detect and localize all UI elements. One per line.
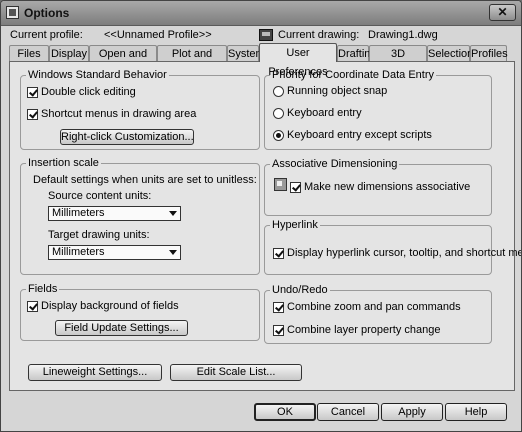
right-click-customization-button[interactable]: Right-click Customization... (60, 129, 194, 145)
running-object-snap-label: Running object snap (287, 85, 388, 97)
tab-drafting[interactable]: Drafting (337, 45, 377, 61)
edit-scale-list-button[interactable]: Edit Scale List... (170, 364, 302, 381)
ok-button[interactable]: OK (254, 403, 316, 421)
display-background-label: Display background of fields (41, 300, 179, 312)
keyboard-entry-radio[interactable] (273, 108, 284, 119)
close-button[interactable]: ✕ (489, 4, 516, 21)
shortcut-menus-checkbox[interactable] (27, 109, 38, 120)
combine-zoom-label: Combine zoom and pan commands (287, 301, 461, 313)
combine-zoom-checkbox[interactable] (273, 302, 284, 313)
associative-dimensioning-title: Associative Dimensioning (270, 158, 400, 170)
chevron-down-icon (169, 250, 177, 255)
source-units-value: Millimeters (52, 207, 105, 219)
tab-system[interactable]: System (227, 45, 265, 61)
fields-group: Fields Display background of fields Fiel… (20, 283, 260, 341)
double-click-checkbox[interactable] (27, 87, 38, 98)
keyboard-entry-label: Keyboard entry (287, 107, 362, 119)
title-bar[interactable]: Options ✕ (1, 1, 521, 26)
drawing-value: Drawing1.dwg (368, 29, 438, 41)
tab-open-save[interactable]: Open and Save (89, 45, 157, 76)
profile-value: <<Unnamed Profile>> (104, 29, 212, 41)
source-units-select[interactable]: Millimeters (48, 206, 181, 221)
running-object-snap-radio[interactable] (273, 86, 284, 97)
windows-behavior-group: Windows Standard Behavior Double click e… (20, 69, 260, 150)
combine-layer-label: Combine layer property change (287, 324, 441, 336)
hyperlink-cursor-label: Display hyperlink cursor, tooltip, and s… (287, 247, 522, 259)
make-assoc-label: Make new dimensions associative (304, 181, 471, 193)
tab-display[interactable]: Display (49, 45, 89, 61)
insertion-scale-group: Insertion scale Default settings when un… (20, 157, 260, 275)
options-dialog: Options ✕ Current profile: <<Unnamed Pro… (0, 0, 522, 432)
help-button[interactable]: Help (445, 403, 507, 421)
target-units-label: Target drawing units: (48, 229, 150, 241)
cancel-button[interactable]: Cancel (317, 403, 379, 421)
hyperlink-cursor-checkbox[interactable] (273, 248, 284, 259)
tab-user-preferences[interactable]: User Preferences (259, 43, 337, 78)
target-units-select[interactable]: Millimeters (48, 245, 181, 260)
display-background-checkbox[interactable] (27, 301, 38, 312)
window-title: Options (24, 6, 70, 20)
tab-profiles[interactable]: Profiles (470, 45, 508, 61)
drawing-label: Current drawing: (278, 29, 360, 41)
profile-label: Current profile: (10, 29, 83, 41)
double-click-label: Double click editing (41, 86, 136, 98)
dimension-icon (274, 178, 287, 191)
windows-behavior-title: Windows Standard Behavior (26, 69, 169, 81)
tab-content-panel: Windows Standard Behavior Double click e… (9, 61, 521, 391)
source-units-label: Source content units: (48, 190, 152, 202)
app-icon (6, 6, 19, 19)
chevron-down-icon (169, 211, 177, 216)
combine-layer-checkbox[interactable] (273, 325, 284, 336)
associative-dimensioning-group: Associative Dimensioning Make new dimens… (264, 158, 492, 216)
tab-selection[interactable]: Selection (427, 45, 473, 61)
insertion-scale-description: Default settings when units are set to u… (33, 174, 257, 186)
shortcut-menus-label: Shortcut menus in drawing area (41, 108, 197, 120)
undo-redo-title: Undo/Redo (270, 284, 330, 296)
tab-3d-modeling[interactable]: 3D Modeling (369, 45, 427, 76)
tab-files[interactable]: Files (9, 45, 49, 61)
keyboard-entry-except-scripts-label: Keyboard entry except scripts (287, 129, 432, 141)
hyperlink-title: Hyperlink (270, 219, 320, 231)
fields-title: Fields (26, 283, 60, 295)
hyperlink-group: Hyperlink Display hyperlink cursor, tool… (264, 219, 521, 275)
apply-button[interactable]: Apply (381, 403, 443, 421)
field-update-settings-button[interactable]: Field Update Settings... (55, 320, 188, 336)
target-units-value: Millimeters (52, 246, 105, 258)
undo-redo-group: Undo/Redo Combine zoom and pan commands … (264, 284, 492, 344)
insertion-scale-title: Insertion scale (26, 157, 101, 169)
keyboard-entry-except-scripts-radio[interactable] (273, 130, 284, 141)
tab-plot-publish[interactable]: Plot and Publish (157, 45, 227, 76)
make-assoc-checkbox[interactable] (290, 182, 301, 193)
lineweight-settings-button[interactable]: Lineweight Settings... (28, 364, 162, 381)
drawing-icon (259, 29, 273, 41)
coordinate-priority-group: Priority for Coordinate Data Entry Runni… (264, 69, 492, 150)
